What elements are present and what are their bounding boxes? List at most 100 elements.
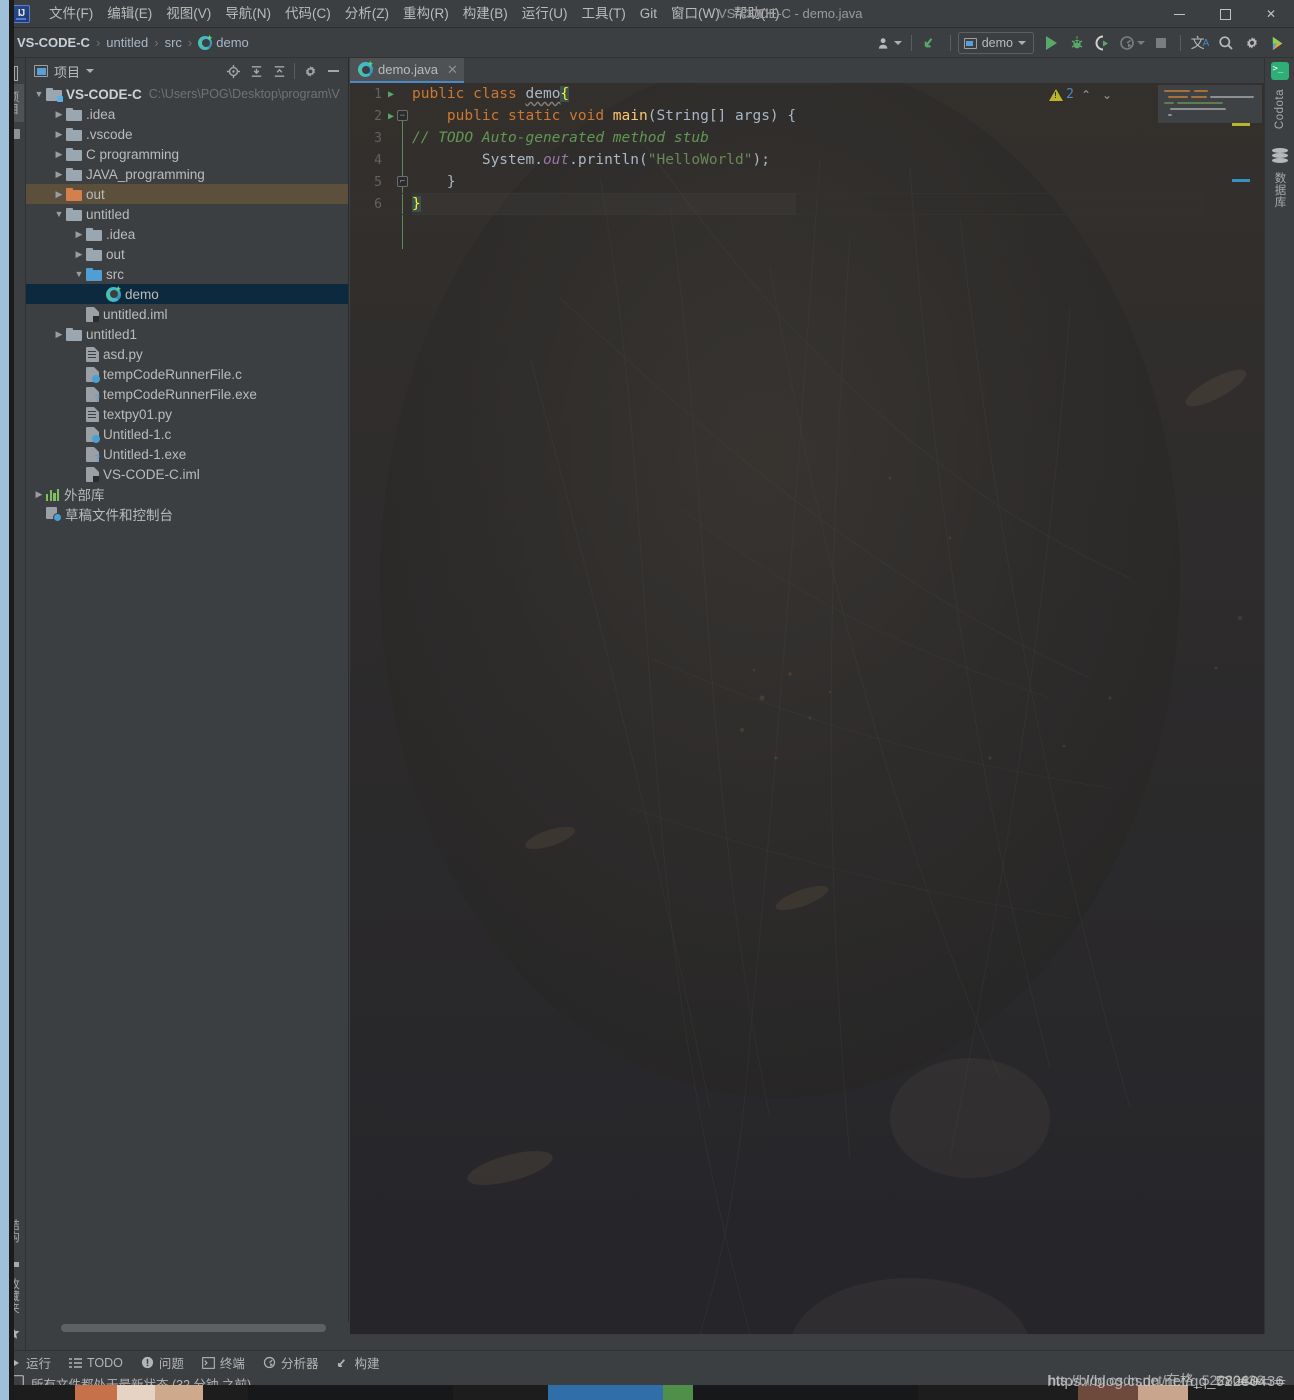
tree-node-textpy01.py[interactable]: textpy01.py <box>26 404 348 424</box>
gutter-line-3[interactable]: 3 <box>350 127 402 149</box>
tool-run[interactable]: 运行 <box>0 1352 60 1374</box>
chevron-right-icon[interactable]: ▶ <box>52 166 66 182</box>
gutter-line-4[interactable]: 4 <box>350 149 402 171</box>
menu-refactor[interactable]: 重构(R) <box>396 2 456 26</box>
info-marker[interactable] <box>1232 179 1250 182</box>
editor-vscrollbar[interactable] <box>1252 108 1264 1359</box>
chevron-right-icon[interactable]: ▶ <box>52 106 66 122</box>
collapse-all-icon[interactable] <box>268 60 290 82</box>
search-icon[interactable] <box>1214 31 1238 55</box>
scrollbar-thumb[interactable] <box>61 1324 326 1332</box>
locate-icon[interactable] <box>222 60 244 82</box>
code-line-5[interactable]: } <box>412 171 796 193</box>
chevron-right-icon[interactable]: ▶ <box>52 146 66 162</box>
translate-icon[interactable]: 文A <box>1188 31 1212 55</box>
strip-tab-structure[interactable]: 结构 <box>2 1212 24 1250</box>
chevron-down-icon[interactable]: ▼ <box>32 86 46 102</box>
project-tree-hscrollbar[interactable] <box>26 1322 349 1334</box>
run-gutter-icon[interactable]: ▶ <box>382 89 400 100</box>
code-editor[interactable]: 1 ▶ 2 ▶ −3 4 5 ⌐ 6 public class demo{ public sta… <box>350 83 1264 1334</box>
tree-node-c-programming[interactable]: ▶ C programming <box>26 144 348 164</box>
chevron-right-icon[interactable]: ▶ <box>52 126 66 142</box>
code-text[interactable]: public class demo{ public static void ma… <box>412 83 796 215</box>
code-line-4[interactable]: System.out.println("HelloWorld"); <box>412 149 796 171</box>
code-line-6[interactable]: } <box>412 193 796 215</box>
breadcrumb-item-src[interactable]: src <box>161 33 186 52</box>
tree-node-.idea[interactable]: ▶ .idea <box>26 224 348 244</box>
chevron-down-icon[interactable]: ▼ <box>72 266 86 282</box>
maximize-button[interactable] <box>1202 0 1248 28</box>
tool-build[interactable]: 构建 <box>327 1352 388 1374</box>
fold-collapse-icon[interactable]: − <box>397 110 408 121</box>
tree-node-untitled[interactable]: ▼ untitled <box>26 204 348 224</box>
menu-tools[interactable]: 工具(T) <box>575 2 633 26</box>
gutter-line-2[interactable]: 2 ▶ − <box>350 105 408 127</box>
strip-tab-codota[interactable]: Codota <box>1271 82 1289 136</box>
code-line-2[interactable]: public static void main(String[] args) { <box>412 105 796 127</box>
tree-node--[interactable]: ▶ 外部库 <box>26 484 348 504</box>
tree-node-tempcoderunnerfile.c[interactable]: tempCodeRunnerFile.c <box>26 364 348 384</box>
colorful-plugin-icon[interactable] <box>1266 31 1290 55</box>
settings-icon[interactable] <box>1240 31 1264 55</box>
minimize-button[interactable] <box>1156 0 1202 28</box>
hide-icon[interactable] <box>322 60 344 82</box>
tree-node-asd.py[interactable]: asd.py <box>26 344 348 364</box>
previous-highlight-icon[interactable]: ⌃ <box>1077 88 1095 102</box>
chevron-right-icon[interactable]: ▶ <box>72 246 86 262</box>
tool-todo[interactable]: TODO <box>60 1352 132 1374</box>
tree-node--[interactable]: 草稿文件和控制台 <box>26 504 348 524</box>
menu-run[interactable]: 运行(U) <box>515 2 575 26</box>
tree-node-vs-code-c.iml[interactable]: VS-CODE-C.iml <box>26 464 348 484</box>
menu-file[interactable]: 文件(F) <box>42 2 100 26</box>
profile-icon[interactable] <box>875 31 904 55</box>
tree-node-java-programming[interactable]: ▶ JAVA_programming <box>26 164 348 184</box>
menu-git[interactable]: Git <box>633 2 664 26</box>
breadcrumb-item-demo[interactable]: ✦ demo <box>194 33 253 52</box>
tree-node-demo[interactable]: ✦ demo <box>26 284 348 304</box>
next-highlight-icon[interactable]: ⌄ <box>1098 88 1116 102</box>
editor-gutter[interactable]: 1 ▶ 2 ▶ −3 4 5 ⌐ 6 <box>350 83 408 1334</box>
close-icon[interactable]: ✕ <box>447 62 458 78</box>
tree-node-out[interactable]: ▶ out <box>26 244 348 264</box>
tree-node-.vscode[interactable]: ▶ .vscode <box>26 124 348 144</box>
tree-node-src[interactable]: ▼ src <box>26 264 348 284</box>
gutter-line-1[interactable]: 1 ▶ <box>350 83 402 105</box>
tree-node-out[interactable]: ▶ out <box>26 184 348 204</box>
strip-tab-favorites[interactable]: 收藏夹 <box>2 1271 24 1321</box>
expand-all-icon[interactable] <box>245 60 267 82</box>
breadcrumb-item-untitled[interactable]: untitled <box>102 33 152 52</box>
run-with-coverage-button[interactable] <box>1091 31 1115 55</box>
chevron-right-icon[interactable]: ▶ <box>52 326 66 342</box>
menu-analyze[interactable]: 分析(Z) <box>338 2 396 26</box>
code-line-1[interactable]: public class demo{ <box>412 83 796 105</box>
profiler-button[interactable] <box>1117 31 1147 55</box>
strip-tab-database[interactable]: 数据库 <box>1269 165 1291 215</box>
tool-profiler[interactable]: 分析器 <box>254 1352 328 1374</box>
project-tree[interactable]: ▼ VS-CODE-C C:\Users\POG\Desktop\program\V… <box>26 84 348 1312</box>
menu-code[interactable]: 代码(C) <box>278 2 338 26</box>
tree-node-untitled-1.c[interactable]: Untitled-1.c <box>26 424 348 444</box>
tool-problems[interactable]: 问题 <box>132 1352 193 1374</box>
run-configuration-selector[interactable]: demo <box>957 32 1034 54</box>
settings-icon[interactable] <box>299 60 321 82</box>
tree-node-tempcoderunnerfile.exe[interactable]: ? tempCodeRunnerFile.exe <box>26 384 348 404</box>
stop-button[interactable] <box>1149 31 1173 55</box>
menu-edit[interactable]: 编辑(E) <box>100 2 159 26</box>
fold-end-icon[interactable]: ⌐ <box>397 176 408 187</box>
run-button[interactable] <box>1039 31 1063 55</box>
strip-tab-project[interactable]: 项目 <box>1 84 24 122</box>
tree-node-untitled-1.exe[interactable]: ? Untitled-1.exe <box>26 444 348 464</box>
gutter-line-5[interactable]: 5 ⌐ <box>350 171 408 193</box>
tree-node-untitled.iml[interactable]: untitled.iml <box>26 304 348 324</box>
chevron-down-icon[interactable]: ▼ <box>52 206 66 222</box>
menu-view[interactable]: 视图(V) <box>159 2 218 26</box>
tool-terminal[interactable]: 终端 <box>193 1352 254 1374</box>
chevron-right-icon[interactable]: ▶ <box>72 226 86 242</box>
warning-marker[interactable] <box>1232 123 1250 126</box>
tree-node-untitled1[interactable]: ▶ untitled1 <box>26 324 348 344</box>
chevron-right-icon[interactable]: ▶ <box>32 486 46 502</box>
code-line-3[interactable]: // TODO Auto-generated method stub <box>412 127 796 149</box>
menu-navigate[interactable]: 导航(N) <box>218 2 278 26</box>
close-button[interactable]: ✕ <box>1248 0 1294 28</box>
tree-node-vs-code-c[interactable]: ▼ VS-CODE-C C:\Users\POG\Desktop\program\V <box>26 84 348 104</box>
